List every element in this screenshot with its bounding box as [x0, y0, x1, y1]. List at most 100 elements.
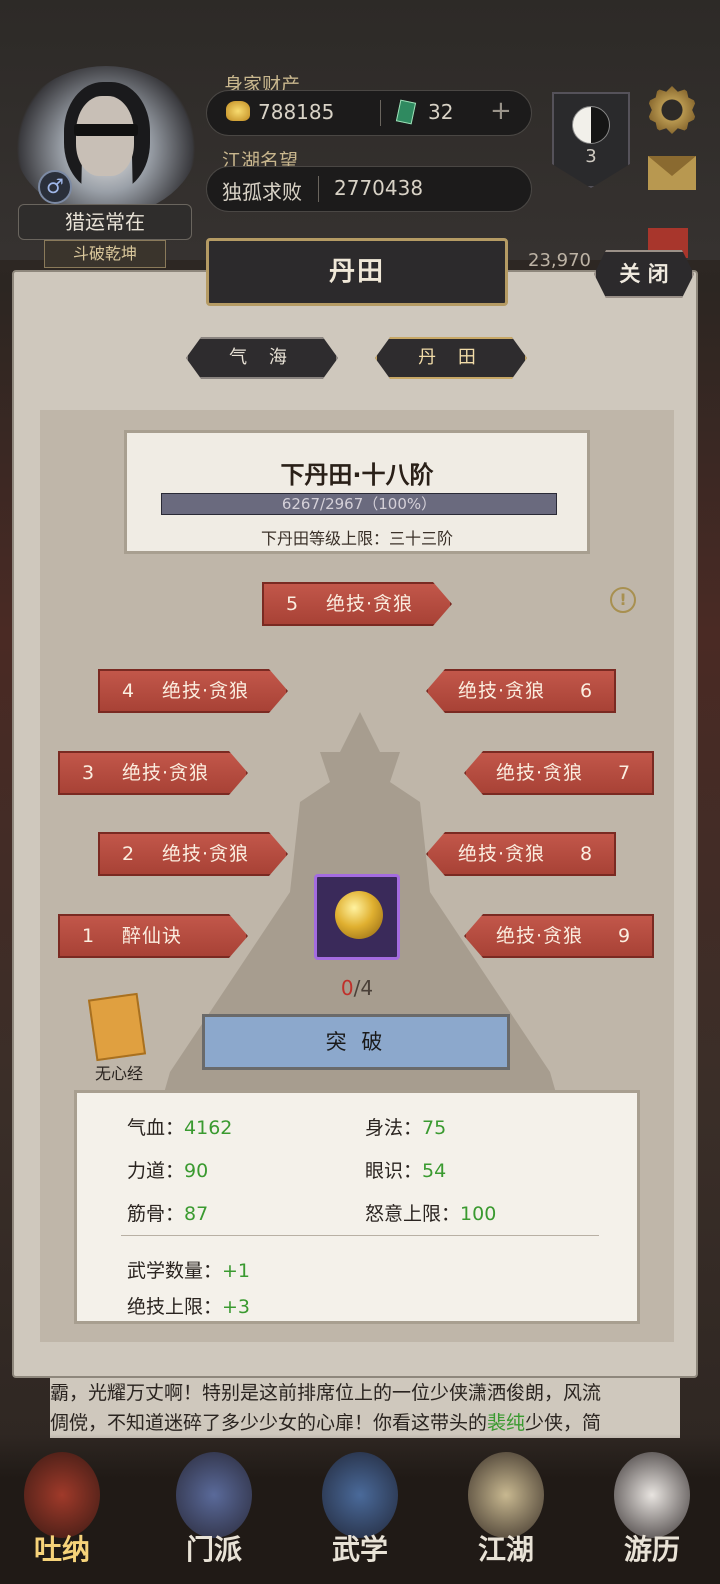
stat-agility: 身法：75 — [365, 1113, 446, 1140]
gold-ingot-icon — [226, 101, 250, 121]
breakthrough-button[interactable]: 突 破 — [202, 1014, 510, 1070]
stage-limit-text: 下丹田等级上限：三十三阶 — [260, 529, 453, 548]
gold-amount: 788185 — [258, 100, 335, 124]
skill-slot-2[interactable]: 2 绝技·贪狼 — [98, 832, 288, 876]
male-gender-icon: ♂ — [38, 170, 72, 204]
stage-info-box: 下丹田·十八阶 6267/2967（100%） 下丹田等级上限：三十三阶 — [124, 430, 590, 554]
slot-name: 绝技·贪狼 — [162, 680, 250, 702]
nav-jianghu[interactable]: 江湖 — [456, 1446, 556, 1576]
slot-number: 5 — [285, 593, 299, 615]
power-value: 23,970 — [528, 250, 591, 271]
gourd-icon — [24, 1452, 100, 1538]
stage-title: 下丹田·十八阶 — [280, 461, 434, 489]
nav-label: 江湖 — [477, 1533, 534, 1566]
stat-label: 怒意上限： — [365, 1203, 461, 1225]
stats-box: 气血：4162 身法：75 力道：90 眼识：54 筋骨：87 怒意上限：100… — [74, 1090, 640, 1324]
stat-value: +1 — [222, 1260, 251, 1282]
slot-number: 7 — [617, 762, 631, 784]
stat-strength: 力道：90 — [127, 1156, 208, 1183]
story-line: 霸，光耀万丈啊！特别是这前排席位上的一位少侠潇洒俊朗，风流 — [50, 1382, 602, 1404]
hat-icon — [468, 1452, 544, 1538]
horse-icon — [614, 1452, 690, 1538]
stat-martial-count: 武学数量：+1 — [127, 1256, 250, 1283]
story-highlight-name[interactable]: 裴纯 — [487, 1412, 525, 1434]
rank-level: 3 — [585, 146, 597, 167]
slot-name: 绝技·贪狼 — [496, 762, 584, 784]
slot-number: 3 — [81, 762, 95, 784]
slot-name: 绝技·贪狼 — [122, 762, 210, 784]
stat-label: 武学数量： — [127, 1260, 223, 1282]
slot-number: 1 — [81, 925, 95, 947]
story-text: 霸，光耀万丈啊！特别是这前排席位上的一位少侠潇洒俊朗，风流 倜傥，不知道迷碎了多… — [50, 1378, 680, 1438]
player-name: 猎运常在 — [18, 204, 192, 240]
stat-insight: 眼识：54 — [365, 1156, 446, 1183]
reputation-title: 独孤求败 — [222, 180, 302, 204]
yin-yang-icon — [572, 106, 610, 144]
tab-dantian[interactable]: 丹 田 — [375, 337, 527, 379]
skill-slot-7[interactable]: 绝技·贪狼 7 — [464, 751, 654, 795]
nav-tuna[interactable]: 吐纳 — [12, 1446, 112, 1576]
stat-label: 绝技上限： — [127, 1296, 223, 1318]
skill-slot-4[interactable]: 4 绝技·贪狼 — [98, 669, 288, 713]
stat-value: 87 — [184, 1203, 209, 1225]
stat-value: 90 — [184, 1160, 209, 1182]
slot-number: 4 — [121, 680, 135, 702]
slot-name: 绝技·贪狼 — [458, 680, 546, 702]
item-count: 0/4 — [330, 976, 384, 1000]
golden-orb-icon — [335, 891, 383, 939]
stat-label: 眼识： — [365, 1160, 423, 1182]
stat-rage: 怒意上限：100 — [365, 1199, 496, 1226]
stat-label: 筋骨： — [127, 1203, 185, 1225]
slot-name: 醉仙诀 — [122, 925, 183, 947]
skill-slot-5[interactable]: 5 绝技·贪狼 — [262, 582, 452, 626]
nav-label: 游历 — [623, 1533, 680, 1566]
add-currency-button[interactable]: + — [490, 96, 512, 126]
item-count-have: 0 — [340, 976, 354, 1000]
scripture-book-icon[interactable] — [87, 992, 147, 1062]
stat-value: +3 — [222, 1296, 251, 1318]
mail-icon[interactable] — [648, 156, 696, 190]
sect-icon — [176, 1452, 252, 1538]
nav-wuxue[interactable]: 武学 — [310, 1446, 410, 1576]
skill-slot-8[interactable]: 绝技·贪狼 8 — [426, 832, 616, 876]
wealth-bar — [206, 90, 532, 136]
breakthrough-item-slot[interactable] — [314, 874, 400, 960]
stat-label: 气血： — [127, 1117, 185, 1139]
stat-value: 100 — [460, 1203, 497, 1225]
stat-bone: 筋骨：87 — [127, 1199, 208, 1226]
slot-name: 绝技·贪狼 — [496, 925, 584, 947]
reputation-value: 2770438 — [334, 176, 424, 200]
nav-menpai[interactable]: 门派 — [164, 1446, 264, 1576]
divider — [121, 1235, 599, 1236]
player-title: 斗破乾坤 — [44, 240, 166, 268]
stat-skill-limit: 绝技上限：+3 — [127, 1292, 250, 1319]
stat-label: 力道： — [127, 1160, 185, 1182]
item-count-need: /4 — [353, 976, 374, 1000]
stat-value: 54 — [422, 1160, 447, 1182]
book-label: 无心经 — [94, 1064, 143, 1083]
skill-slot-1[interactable]: 1 醉仙诀 — [58, 914, 248, 958]
slot-number: 9 — [617, 925, 631, 947]
slot-name: 绝技·贪狼 — [458, 843, 546, 865]
slot-name: 绝技·贪狼 — [162, 843, 250, 865]
skill-slot-3[interactable]: 3 绝技·贪狼 — [58, 751, 248, 795]
stage-progress-bar: 6267/2967（100%） — [161, 493, 557, 515]
jade-amount: 32 — [428, 100, 454, 124]
slot-number: 8 — [579, 843, 593, 865]
close-button[interactable]: 关 闭 — [594, 250, 694, 298]
slot-number: 6 — [579, 680, 593, 702]
stat-value: 75 — [422, 1117, 447, 1139]
book-icon — [322, 1452, 398, 1538]
info-icon[interactable]: ! — [610, 587, 636, 613]
stat-label: 身法： — [365, 1117, 423, 1139]
stat-value: 4162 — [184, 1117, 233, 1139]
slot-number: 2 — [121, 843, 135, 865]
tab-qihai[interactable]: 气 海 — [186, 337, 338, 379]
skill-slot-9[interactable]: 绝技·贪狼 9 — [464, 914, 654, 958]
stat-hp: 气血：4162 — [127, 1113, 232, 1140]
nav-label: 吐纳 — [33, 1533, 90, 1566]
nav-youli[interactable]: 游历 — [602, 1446, 702, 1576]
skill-slot-6[interactable]: 绝技·贪狼 6 — [426, 669, 616, 713]
progress-text: 6267/2967（100%） — [281, 495, 437, 513]
nav-label: 武学 — [331, 1533, 388, 1566]
